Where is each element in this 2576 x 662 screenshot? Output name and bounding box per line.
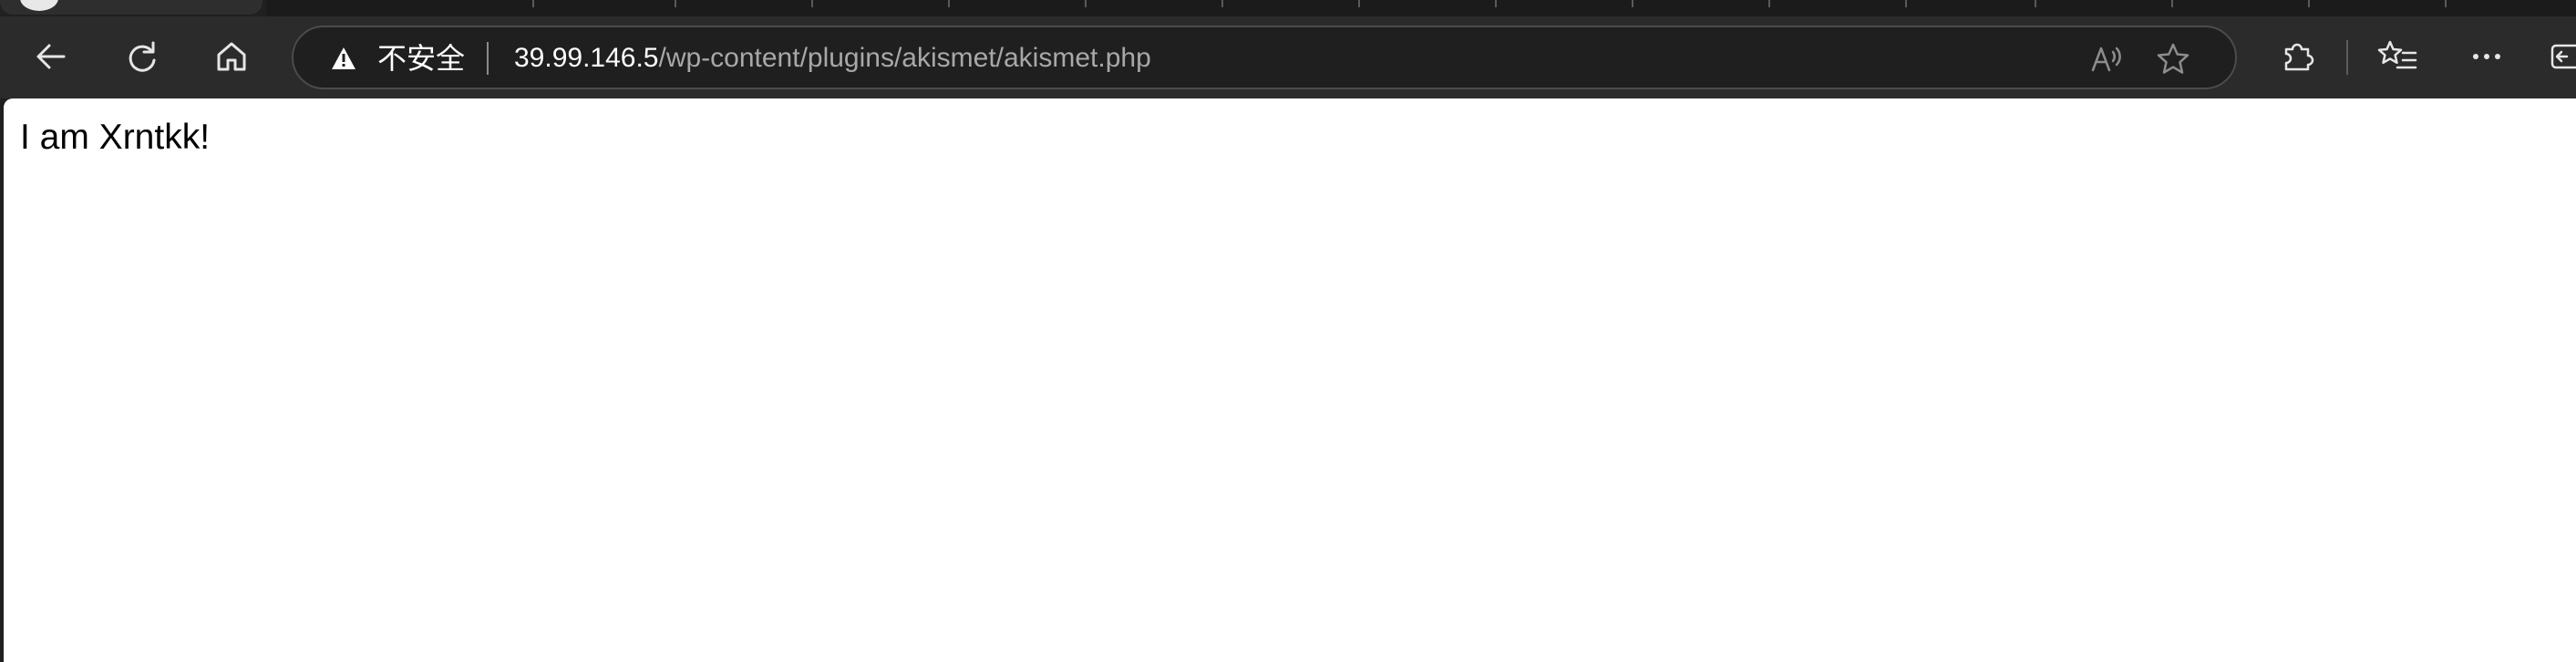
not-secure-label[interactable]: 不安全: [377, 40, 465, 77]
tab-separator: [2445, 0, 2447, 7]
home-icon: [217, 42, 246, 71]
read-aloud-icon: [2091, 47, 2121, 72]
page-viewport: I am Xrntkk!: [4, 98, 2576, 662]
tab-favicon-icon: [20, 0, 58, 11]
favorite-button[interactable]: [2155, 41, 2191, 78]
warning-triangle-icon[interactable]: [330, 46, 357, 71]
tab-separator: [532, 0, 534, 7]
sidebar-button[interactable]: [2543, 27, 2576, 86]
tab-separator: [1358, 0, 1360, 7]
tab-strip: [0, 0, 2576, 16]
tab-separator: [2035, 0, 2036, 7]
active-tab[interactable]: [0, 0, 263, 15]
url-path: /wp-content/plugins/akismet/akismet.php: [658, 43, 1151, 73]
extensions-button[interactable]: [2268, 27, 2326, 86]
address-bar[interactable]: 不安全 39.99.146.5/wp-content/plugins/akism…: [292, 26, 2237, 89]
tab-row: [266, 0, 2576, 16]
back-button[interactable]: [22, 27, 80, 86]
tab-separator: [811, 0, 813, 7]
tab-separator: [1495, 0, 1497, 7]
refresh-icon: [129, 41, 156, 72]
page-body-text: I am Xrntkk!: [20, 118, 211, 157]
more-button[interactable]: [2458, 27, 2516, 86]
tab-separator: [1221, 0, 1223, 7]
tab-separator: [1768, 0, 1770, 7]
tab-separator: [2171, 0, 2173, 7]
sidebar-icon: [2550, 44, 2576, 69]
toolbar-separator: [2346, 40, 2348, 75]
favorites-button[interactable]: [2368, 27, 2427, 86]
more-icon: [2473, 54, 2500, 59]
tab-separator: [1085, 0, 1087, 7]
read-aloud-button[interactable]: [2089, 41, 2126, 78]
puzzle-icon: [2284, 43, 2314, 71]
tab-separator: [2308, 0, 2310, 7]
back-arrow-icon: [36, 44, 66, 69]
tab-separator: [675, 0, 676, 7]
tab-separator: [1905, 0, 1907, 7]
favorites-list-icon: [2377, 40, 2417, 69]
address-divider: [487, 42, 489, 75]
home-button[interactable]: [202, 27, 261, 86]
url-host: 39.99.146.5: [514, 43, 659, 73]
refresh-button[interactable]: [113, 27, 171, 86]
browser-window: 不安全 39.99.146.5/wp-content/plugins/akism…: [0, 0, 2576, 662]
star-icon: [2157, 43, 2190, 74]
url-text[interactable]: 39.99.146.5/wp-content/plugins/akismet/a…: [514, 40, 1151, 77]
tab-separator: [1632, 0, 1633, 7]
tab-separator: [948, 0, 950, 7]
